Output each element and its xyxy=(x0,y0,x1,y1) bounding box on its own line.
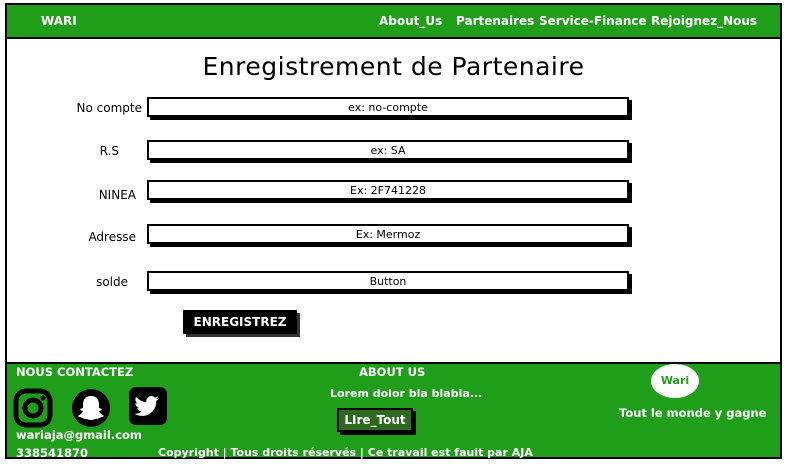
label-ninea: NINEA xyxy=(98,188,136,202)
wari-logo: Wari xyxy=(651,364,699,398)
contact-phone: 338541870 xyxy=(16,446,89,460)
page-title: Enregistrement de Partenaire xyxy=(202,52,585,81)
about-text: Lorem dolor bla blabla... xyxy=(330,387,483,400)
contact-heading: NOUS CONTACTEZ xyxy=(16,365,134,379)
label-rs: R.S xyxy=(99,144,119,158)
enregistrez-button[interactable]: ENREGISTREZ xyxy=(183,310,297,334)
tagline: Tout le monde y gagne xyxy=(619,406,767,420)
footer: NOUS CONTACTEZ wariaja@gmail.com 3385418… xyxy=(5,362,782,460)
twitter-icon[interactable] xyxy=(128,386,168,426)
nav-link-rejoignez-nous[interactable]: Rejoignez_Nous xyxy=(651,14,757,28)
ninea-input[interactable] xyxy=(147,180,629,200)
solde-input[interactable] xyxy=(147,271,629,291)
label-adresse: Adresse xyxy=(88,230,136,244)
adresse-input[interactable] xyxy=(147,224,629,244)
top-navbar: WARI About_Us Partenaires Service-Financ… xyxy=(5,3,782,39)
contact-email[interactable]: wariaja@gmail.com xyxy=(16,428,142,442)
no-compte-input[interactable] xyxy=(147,97,629,117)
instagram-icon[interactable] xyxy=(13,388,53,428)
brand-logo[interactable]: WARI xyxy=(41,14,77,28)
nav-link-partenaires[interactable]: Partenaires xyxy=(456,14,534,28)
label-solde: solde xyxy=(96,275,128,289)
about-heading: ABOUT US xyxy=(359,365,426,379)
copyright: Copyright | Tous droits réservés | Ce tr… xyxy=(158,446,533,459)
label-no-compte: No compte xyxy=(76,101,142,115)
snapchat-icon[interactable] xyxy=(71,388,111,428)
rs-input[interactable] xyxy=(147,140,629,160)
nav-link-service-finance[interactable]: Service-Finance xyxy=(539,14,647,28)
lire-tout-button[interactable]: LIre_Tout xyxy=(337,408,413,432)
nav-link-about-us[interactable]: About_Us xyxy=(379,14,442,28)
